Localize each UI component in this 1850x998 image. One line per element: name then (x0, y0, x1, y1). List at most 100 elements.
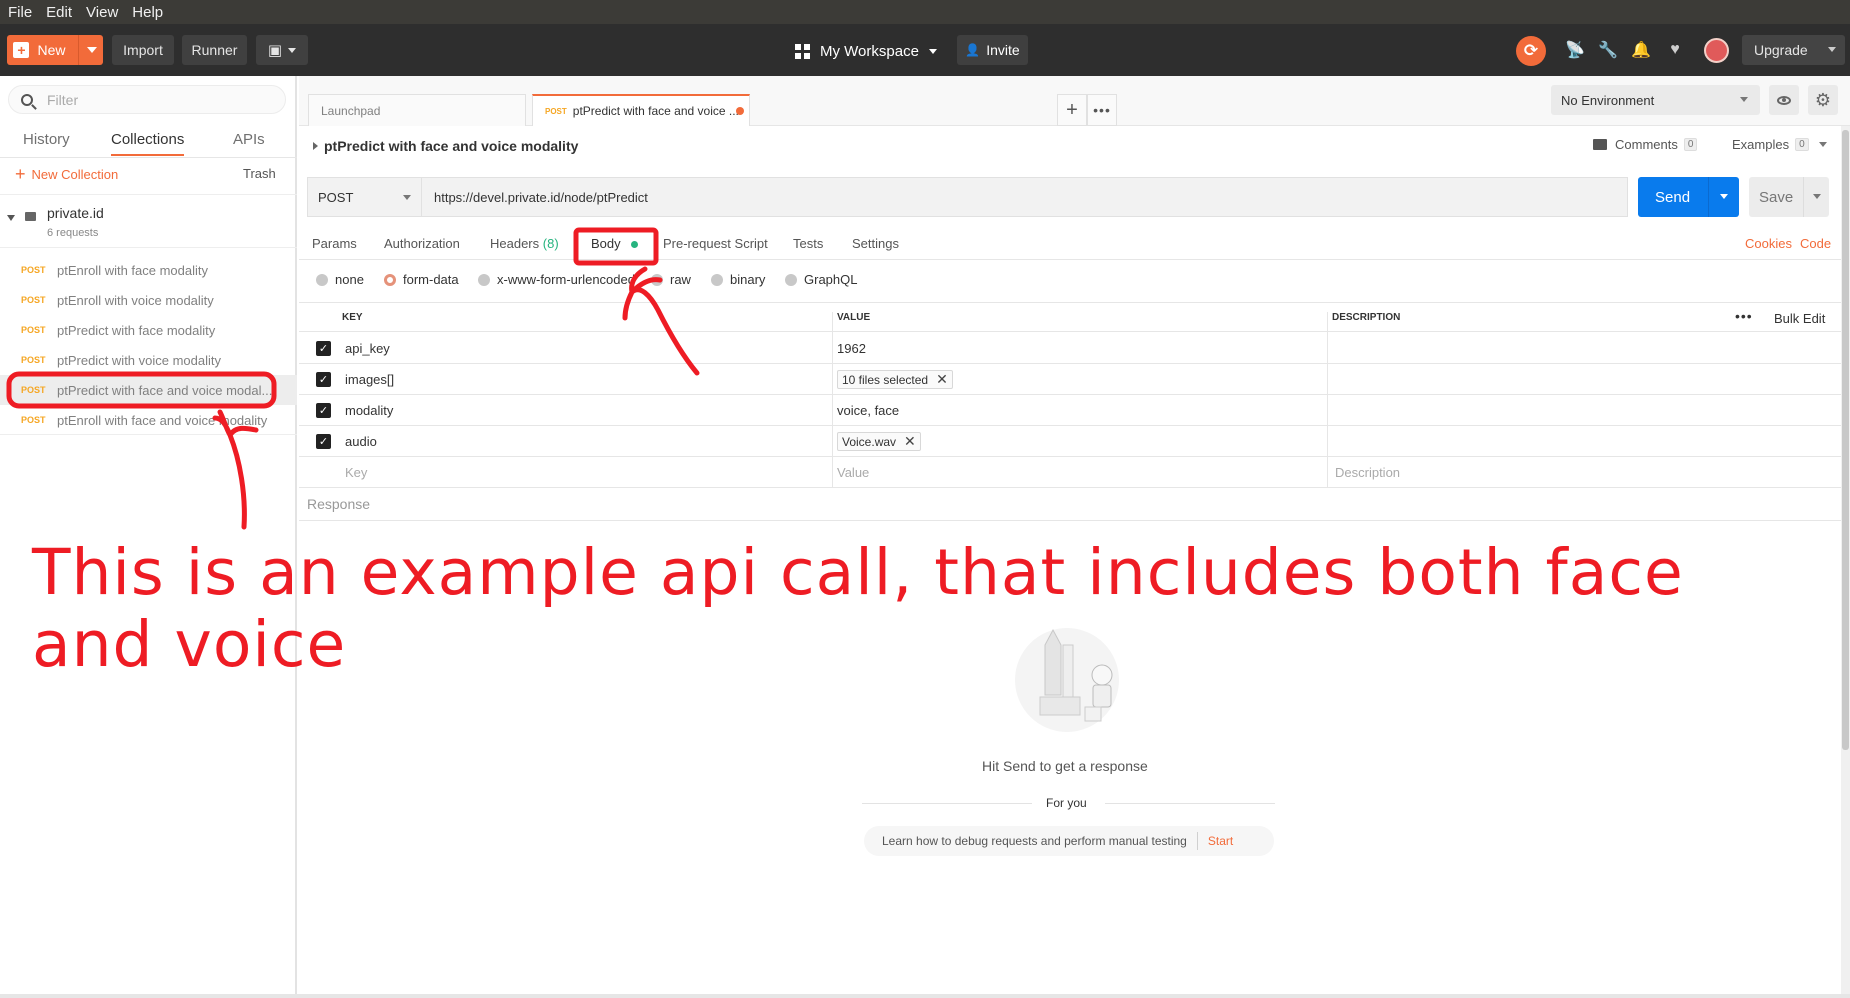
chevron-down-icon[interactable] (86, 47, 97, 53)
new-collection-button[interactable]: + New Collection (15, 164, 118, 185)
bulk-edit-button[interactable]: Bulk Edit (1774, 311, 1825, 326)
request-title[interactable]: ptPredict with face and voice modality (313, 138, 578, 154)
key-cell[interactable]: api_key (345, 341, 390, 356)
menu-view[interactable]: View (84, 4, 120, 21)
tab-settings[interactable]: Settings (852, 236, 899, 251)
examples-button[interactable]: Examples 0 (1732, 137, 1827, 152)
menu-edit[interactable]: Edit (44, 4, 74, 21)
wrench-icon[interactable]: 🔧 (1598, 40, 1618, 60)
chevron-down-icon[interactable] (1720, 194, 1728, 199)
description-placeholder[interactable]: Description (1335, 465, 1400, 480)
key-placeholder[interactable]: Key (345, 465, 367, 480)
radio-none[interactable]: none (316, 272, 364, 287)
more-icon[interactable]: ••• (1087, 94, 1117, 126)
invite-label: Invite (986, 42, 1020, 58)
checkbox-checked[interactable]: ✓ (316, 403, 331, 418)
new-window-button[interactable]: ▣ (256, 35, 308, 65)
radio-graphql[interactable]: GraphQL (785, 272, 857, 287)
column-key: KEY (342, 312, 363, 323)
checkbox-checked[interactable]: ✓ (316, 372, 331, 387)
tab-headers[interactable]: Headers (8) (490, 236, 559, 251)
close-icon[interactable]: ✕ (904, 433, 916, 450)
collection-row[interactable]: private.id 6 requests (0, 194, 297, 248)
environment-quicklook-button[interactable] (1769, 85, 1799, 115)
list-item-selected[interactable]: POST ptPredict with face and voice modal… (0, 375, 297, 405)
value-cell[interactable]: voice, face (837, 403, 899, 418)
add-tab-button[interactable]: + (1057, 94, 1087, 126)
sync-icon[interactable]: ⟳ (1516, 36, 1546, 66)
tab-body[interactable]: Body (591, 236, 639, 251)
tab-collections[interactable]: Collections (111, 131, 185, 156)
table-row[interactable]: ✓ api_key 1962 (299, 333, 1841, 364)
runner-button[interactable]: Runner (182, 35, 247, 65)
radio-form-data[interactable]: form-data (384, 272, 459, 287)
heart-icon[interactable]: ♥ (1665, 40, 1685, 60)
upgrade-button[interactable]: Upgrade (1742, 35, 1845, 65)
trash-button[interactable]: Trash (243, 166, 276, 181)
import-button[interactable]: Import (112, 35, 174, 65)
tab-request-active[interactable]: POST ptPredict with face and voice ... (532, 94, 750, 126)
table-row-empty[interactable]: Key Value Description (299, 457, 1841, 488)
bell-icon[interactable]: 🔔 (1631, 40, 1651, 60)
key-cell[interactable]: images[] (345, 372, 394, 387)
file-chip[interactable]: Voice.wav ✕ (837, 432, 921, 451)
divider (862, 803, 1032, 804)
satellite-icon[interactable]: 📡 (1565, 40, 1585, 60)
tab-history[interactable]: History (23, 131, 70, 148)
new-button[interactable]: + New (7, 35, 103, 65)
tab-launchpad[interactable]: Launchpad (308, 94, 526, 126)
radio-binary[interactable]: binary (711, 272, 765, 287)
comments-button[interactable]: Comments 0 (1593, 137, 1698, 152)
menu-help[interactable]: Help (130, 4, 165, 21)
avatar[interactable] (1704, 38, 1729, 63)
tab-prerequest-script[interactable]: Pre-request Script (663, 236, 768, 251)
chevron-down-icon[interactable] (1813, 194, 1821, 199)
checkbox-checked[interactable]: ✓ (316, 434, 331, 449)
workspace-selector[interactable]: My Workspace (795, 40, 937, 62)
list-item[interactable]: POST ptPredict with face modality (0, 315, 297, 345)
list-item[interactable]: POST ptEnroll with face and voice modali… (0, 405, 297, 435)
tab-params[interactable]: Params (312, 236, 357, 251)
code-link[interactable]: Code (1800, 236, 1831, 251)
cookies-link[interactable]: Cookies (1745, 236, 1792, 251)
divider (1327, 457, 1328, 487)
close-icon[interactable]: ✕ (936, 371, 948, 388)
start-link[interactable]: Start (1208, 834, 1233, 848)
value-placeholder[interactable]: Value (837, 465, 869, 480)
chevron-down-icon[interactable] (7, 215, 15, 221)
send-button[interactable]: Send (1638, 177, 1739, 217)
filter-input[interactable]: Filter (8, 85, 286, 114)
list-item[interactable]: POST ptEnroll with face modality (0, 255, 297, 285)
table-row[interactable]: ✓ images[] 10 files selected ✕ (299, 364, 1841, 395)
environment-select[interactable]: No Environment (1551, 85, 1760, 115)
key-cell[interactable]: audio (345, 434, 377, 449)
save-button[interactable]: Save (1749, 177, 1829, 217)
more-icon[interactable]: ••• (1735, 308, 1753, 324)
learn-card[interactable]: Learn how to debug requests and perform … (864, 826, 1274, 856)
invite-button[interactable]: 👤 Invite (957, 35, 1028, 65)
chevron-down-icon (403, 195, 411, 200)
gear-icon[interactable]: ⚙ (1808, 85, 1838, 115)
table-row[interactable]: ✓ modality voice, face (299, 395, 1841, 426)
list-item[interactable]: POST ptEnroll with voice modality (0, 285, 297, 315)
scrollbar-thumb[interactable] (1842, 130, 1849, 750)
radio-label: none (335, 272, 364, 287)
url-input[interactable]: https://devel.private.id/node/ptPredict (421, 177, 1628, 217)
method-select[interactable]: POST (307, 177, 421, 217)
radio-urlencoded[interactable]: x-www-form-urlencoded (478, 272, 635, 287)
radio-label: binary (730, 272, 766, 287)
tab-authorization[interactable]: Authorization (384, 236, 460, 251)
file-chip-label: 10 files selected (842, 372, 929, 387)
list-item[interactable]: POST ptPredict with voice modality (0, 345, 297, 375)
response-label: Response (307, 496, 371, 512)
file-chip[interactable]: 10 files selected ✕ (837, 370, 953, 389)
key-cell[interactable]: modality (345, 403, 393, 418)
tab-apis[interactable]: APIs (233, 131, 265, 148)
menu-file[interactable]: File (6, 4, 34, 21)
tab-tests[interactable]: Tests (793, 236, 823, 251)
radio-raw[interactable]: raw (651, 272, 691, 287)
checkbox-checked[interactable]: ✓ (316, 341, 331, 356)
new-button-label: New (37, 42, 66, 58)
value-cell[interactable]: 1962 (837, 341, 866, 356)
table-row[interactable]: ✓ audio Voice.wav ✕ (299, 426, 1841, 457)
